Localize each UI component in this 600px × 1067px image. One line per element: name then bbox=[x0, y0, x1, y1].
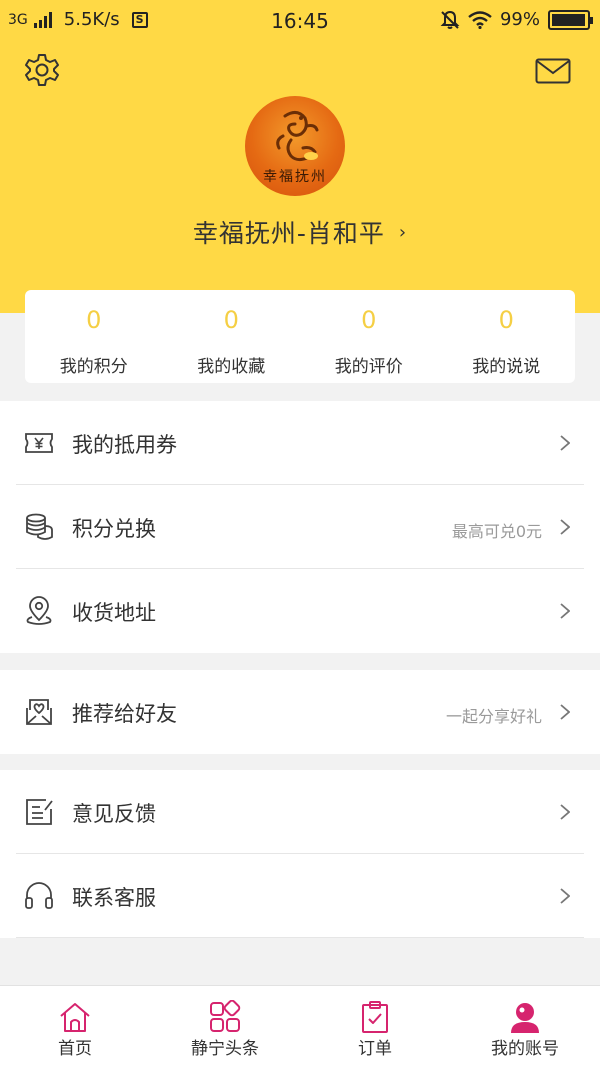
tab-orders[interactable]: 订单 bbox=[300, 986, 450, 1067]
chevron-right-icon bbox=[560, 888, 570, 904]
stat-label: 我的积分 bbox=[59, 357, 128, 377]
menu-label: 意见反馈 bbox=[72, 802, 156, 826]
menu-label: 推荐给好友 bbox=[72, 702, 177, 726]
chevron-right-icon bbox=[560, 435, 570, 451]
menu-label: 我的抵用券 bbox=[72, 433, 177, 457]
stat-label: 我的收藏 bbox=[197, 357, 266, 377]
tab-label: 首页 bbox=[58, 1039, 92, 1059]
tab-label: 静宁头条 bbox=[191, 1039, 259, 1059]
menu-label: 联系客服 bbox=[72, 886, 156, 910]
tab-bar: 首页 静宁头条 订单 我的账号 bbox=[0, 985, 600, 1067]
chevron-right-icon: › bbox=[398, 221, 408, 243]
gear-icon[interactable] bbox=[24, 52, 60, 88]
tab-headlines[interactable]: 静宁头条 bbox=[150, 986, 300, 1067]
stat-label: 我的说说 bbox=[472, 357, 541, 377]
location-pin-icon bbox=[26, 596, 52, 625]
menu-item-points-exchange[interactable]: 积分兑换 最高可兑0元 bbox=[0, 485, 600, 569]
tab-home[interactable]: 首页 bbox=[0, 986, 150, 1067]
stat-posts[interactable]: 0 我的说说 bbox=[438, 290, 576, 383]
tab-label: 订单 bbox=[358, 1039, 392, 1059]
clipboard-check-icon bbox=[362, 1001, 388, 1033]
stat-value: 0 bbox=[223, 306, 239, 334]
stat-points[interactable]: 0 我的积分 bbox=[25, 290, 163, 383]
menu-item-recommend[interactable]: 推荐给好友 一起分享好礼 bbox=[0, 670, 600, 754]
stat-value: 0 bbox=[498, 306, 514, 334]
menu-label: 收货地址 bbox=[72, 601, 156, 625]
menu-item-feedback[interactable]: 意见反馈 bbox=[0, 770, 600, 854]
wifi-icon bbox=[468, 10, 492, 29]
ticket-yen-icon bbox=[25, 433, 53, 453]
username-text: 幸福抚州-肖和平 bbox=[192, 219, 385, 248]
user-icon bbox=[511, 1003, 539, 1033]
chevron-right-icon bbox=[560, 804, 570, 820]
edit-note-icon bbox=[26, 799, 53, 825]
menu-hint: 一起分享好礼 bbox=[445, 707, 542, 726]
menu-label: 积分兑换 bbox=[72, 517, 156, 541]
stat-reviews[interactable]: 0 我的评价 bbox=[300, 290, 438, 383]
divider bbox=[16, 937, 584, 938]
stat-favorites[interactable]: 0 我的收藏 bbox=[163, 290, 301, 383]
stat-value: 0 bbox=[86, 306, 102, 334]
menu-hint: 最高可兑0元 bbox=[451, 522, 542, 541]
menu-item-address[interactable]: 收货地址 bbox=[0, 569, 600, 653]
home-icon bbox=[60, 1003, 90, 1032]
status-bar: 3G 5.5K/s S 16:45 99% bbox=[0, 0, 600, 42]
headset-icon bbox=[25, 882, 53, 909]
chevron-right-icon bbox=[560, 519, 570, 535]
battery-percent: 99% bbox=[499, 9, 540, 30]
stat-value: 0 bbox=[361, 306, 377, 334]
tab-label: 我的账号 bbox=[491, 1039, 559, 1059]
chevron-right-icon bbox=[560, 704, 570, 720]
username-link[interactable]: 幸福抚州-肖和平 › bbox=[0, 214, 600, 250]
chevron-right-icon bbox=[560, 603, 570, 619]
avatar-caption: 幸福抚州 bbox=[263, 169, 327, 185]
menu-item-coupons[interactable]: 我的抵用券 bbox=[0, 401, 600, 485]
mute-bell-icon bbox=[440, 10, 460, 29]
battery-icon bbox=[548, 9, 593, 30]
coins-stack-icon bbox=[26, 513, 53, 540]
stats-card: 0 我的积分 0 我的收藏 0 我的评价 0 我的说说 bbox=[25, 290, 575, 383]
tab-my-account[interactable]: 我的账号 bbox=[450, 986, 600, 1067]
mail-icon[interactable] bbox=[535, 58, 571, 84]
menu-item-customer-service[interactable]: 联系客服 bbox=[0, 854, 600, 938]
stat-label: 我的评价 bbox=[334, 357, 403, 377]
grid-apps-icon bbox=[210, 1000, 241, 1032]
avatar[interactable]: 幸福抚州 bbox=[245, 96, 345, 196]
heart-envelope-icon bbox=[26, 699, 52, 725]
